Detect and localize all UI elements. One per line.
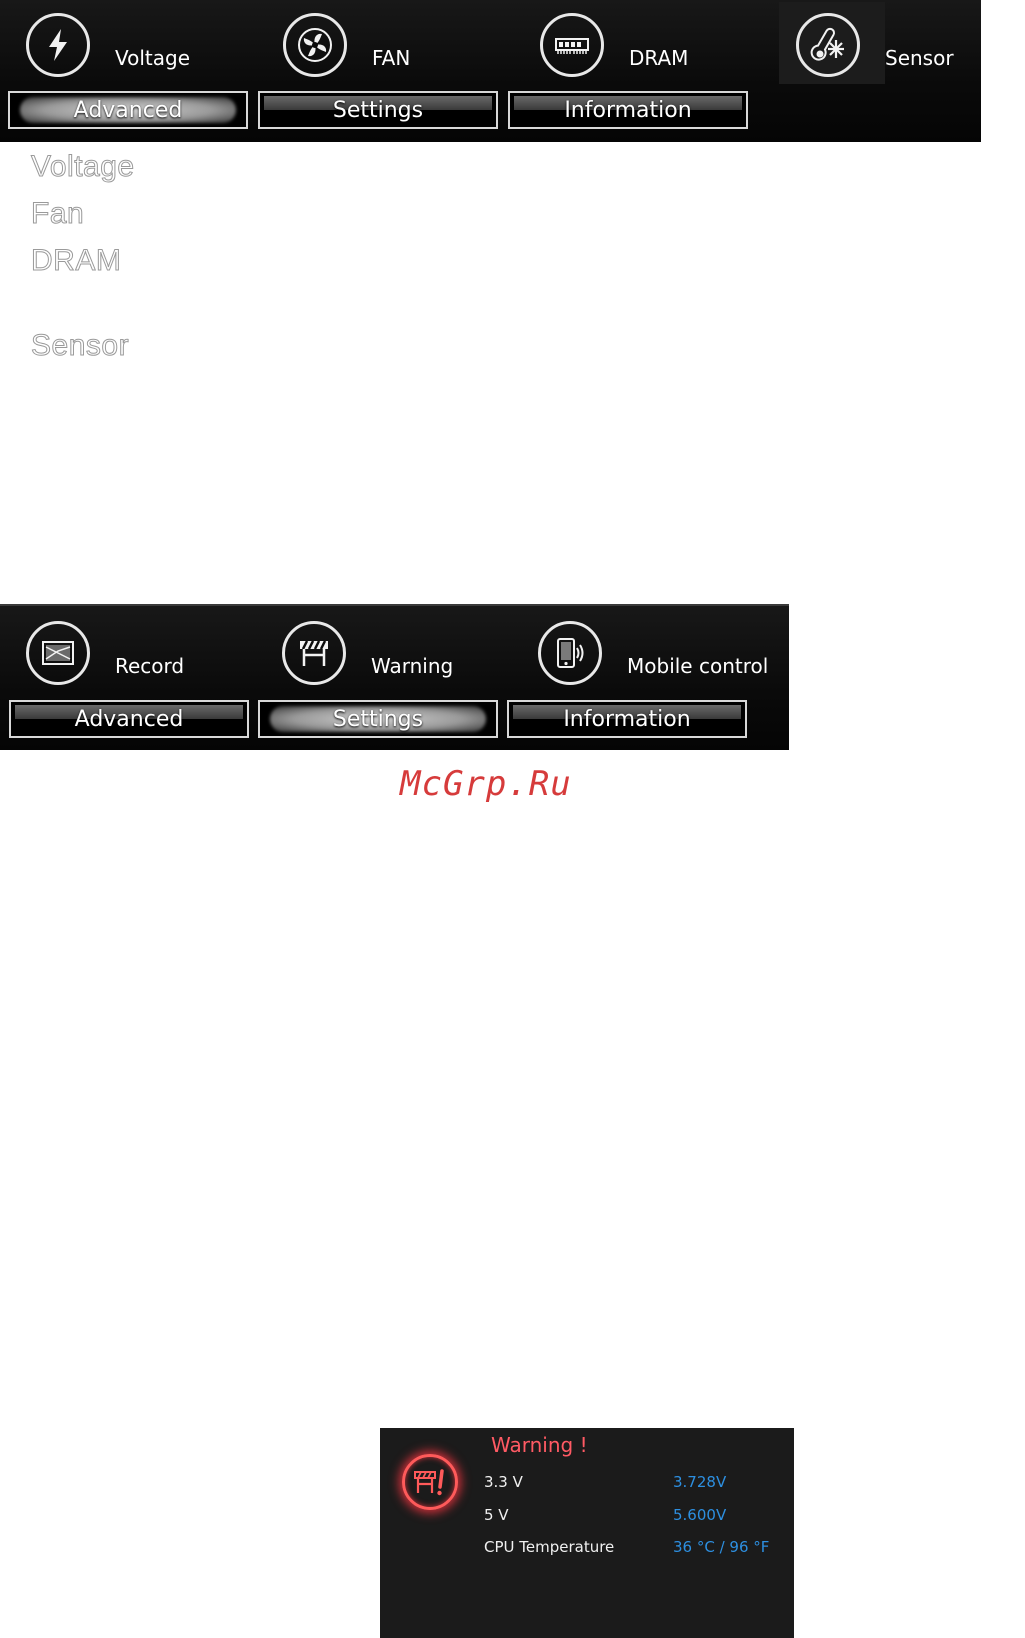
warning-row-label: CPU Temperature <box>484 1538 615 1556</box>
warning-row-value: 5.600V <box>673 1506 727 1524</box>
nav-label: FAN <box>372 46 411 70</box>
nav-label: Record <box>115 654 185 678</box>
nav-fan[interactable]: FAN <box>257 10 497 85</box>
nav-label: Voltage <box>115 46 191 70</box>
warning-title: Warning ! <box>491 1433 588 1457</box>
warning-row-value: 36 °C / 96 °F <box>673 1538 770 1556</box>
nav-label: Mobile control <box>627 654 769 678</box>
tab-advanced[interactable]: Advanced <box>9 700 249 738</box>
list-item-sensor: Sensor <box>30 329 130 363</box>
tab-information[interactable]: Information <box>508 91 748 129</box>
warning-row-label: 3.3 V <box>484 1473 523 1491</box>
warning-row-value: 3.728V <box>673 1473 727 1491</box>
nav-warning[interactable]: Warning <box>256 618 496 693</box>
tab-information[interactable]: Information <box>507 700 747 738</box>
nav-label: Sensor <box>885 46 954 70</box>
dram-icon <box>540 13 604 77</box>
nav-label: DRAM <box>629 46 689 70</box>
warning-row-3v3: 3.3 V 3.728V <box>484 1473 784 1497</box>
warning-row-cpu-temp: CPU Temperature 36 °C / 96 °F <box>484 1538 784 1562</box>
nav-record[interactable]: Record <box>0 618 240 693</box>
settings-menu-panel: Record Warning Mobile control Advanced S… <box>0 604 789 750</box>
tab-label: Advanced <box>74 706 184 732</box>
nav-dram[interactable]: DRAM <box>514 10 754 85</box>
nav-voltage[interactable]: Voltage <box>0 10 240 85</box>
tab-advanced[interactable]: Advanced <box>8 91 248 129</box>
warning-alert-icon <box>402 1454 458 1510</box>
main-menu-panel: Voltage FAN DRAM Sensor Advanced Setting… <box>0 0 981 142</box>
warning-row-5v: 5 V 5.600V <box>484 1506 784 1530</box>
record-icon <box>26 621 90 685</box>
tab-label: Information <box>564 97 692 123</box>
nav-mobile-control[interactable]: Mobile control <box>512 618 768 693</box>
nav-sensor[interactable]: Sensor <box>770 10 1010 85</box>
tab-settings[interactable]: Settings <box>258 91 498 129</box>
mobile-signal-icon <box>538 621 602 685</box>
list-item-dram: DRAM <box>30 244 122 278</box>
warning-barrier-icon <box>282 621 346 685</box>
tab-label: Advanced <box>73 97 183 123</box>
fan-icon <box>283 13 347 77</box>
tab-label: Information <box>563 706 691 732</box>
watermark: McGrp.Ru <box>400 764 572 804</box>
thermometer-snowflake-icon <box>796 13 860 77</box>
tab-settings[interactable]: Settings <box>258 700 498 738</box>
list-item-voltage: Voltage <box>31 150 135 184</box>
warning-row-label: 5 V <box>484 1506 509 1524</box>
lightning-icon <box>26 13 90 77</box>
nav-label: Warning <box>371 654 454 678</box>
tab-label: Settings <box>332 706 424 732</box>
warning-popup: Warning ! 3.3 V 3.728V 5 V 5.600V CPU Te… <box>380 1428 794 1638</box>
list-item-fan: Fan <box>30 197 85 231</box>
tab-label: Settings <box>332 97 424 123</box>
